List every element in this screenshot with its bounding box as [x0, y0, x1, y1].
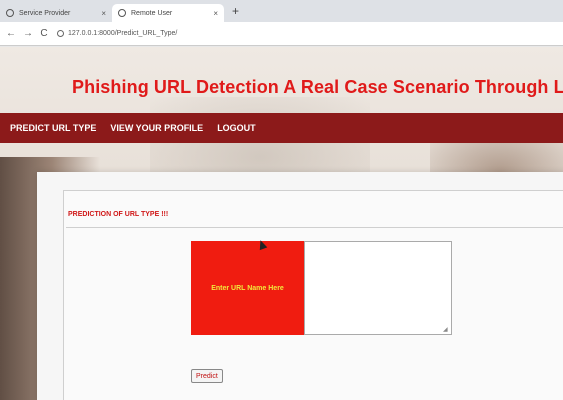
nav-logout[interactable]: LOGOUT [217, 123, 256, 133]
url-text[interactable]: 127.0.0.1:8000/Predict_URL_Type/ [68, 30, 177, 37]
new-tab-button[interactable]: + [232, 4, 239, 18]
form-container: PREDICTION OF URL TYPE !!! Enter URL Nam… [63, 190, 563, 400]
reload-button[interactable]: C [40, 28, 48, 39]
url-field-label: Enter URL Name Here [191, 241, 304, 335]
section-title: PREDICTION OF URL TYPE !!! [68, 211, 169, 218]
predict-button[interactable]: Predict [191, 369, 223, 383]
divider [66, 227, 563, 228]
main-nav: PREDICT URL TYPE VIEW YOUR PROFILE LOGOU… [0, 113, 563, 143]
url-input[interactable] [304, 241, 452, 335]
globe-icon [6, 9, 14, 17]
address-bar: ← → C 127.0.0.1:8000/Predict_URL_Type/ [0, 22, 563, 46]
close-icon[interactable]: × [213, 9, 218, 18]
tab-label: Service Provider [19, 9, 71, 17]
site-title: Phishing URL Detection A Real Case Scena… [72, 77, 563, 97]
back-button[interactable]: ← [6, 28, 16, 39]
nav-view-your-profile[interactable]: VIEW YOUR PROFILE [110, 123, 203, 133]
url-field[interactable]: 127.0.0.1:8000/Predict_URL_Type/ [57, 30, 177, 37]
tab-remote-user[interactable]: Remote User × [112, 4, 224, 22]
forward-button[interactable]: → [23, 28, 33, 39]
info-icon[interactable] [57, 30, 64, 37]
page-content: Phishing URL Detection A Real Case Scena… [0, 47, 563, 400]
globe-icon [118, 9, 126, 17]
close-icon[interactable]: × [101, 9, 106, 18]
browser-tabbar: Service Provider × Remote User × + [0, 0, 563, 22]
content-panel: PREDICTION OF URL TYPE !!! Enter URL Nam… [37, 172, 563, 400]
resize-handle-icon[interactable]: ◢ [443, 326, 448, 333]
nav-predict-url-type[interactable]: PREDICT URL TYPE [10, 123, 96, 133]
tab-service-provider[interactable]: Service Provider × [0, 4, 112, 22]
tab-label: Remote User [131, 9, 173, 17]
